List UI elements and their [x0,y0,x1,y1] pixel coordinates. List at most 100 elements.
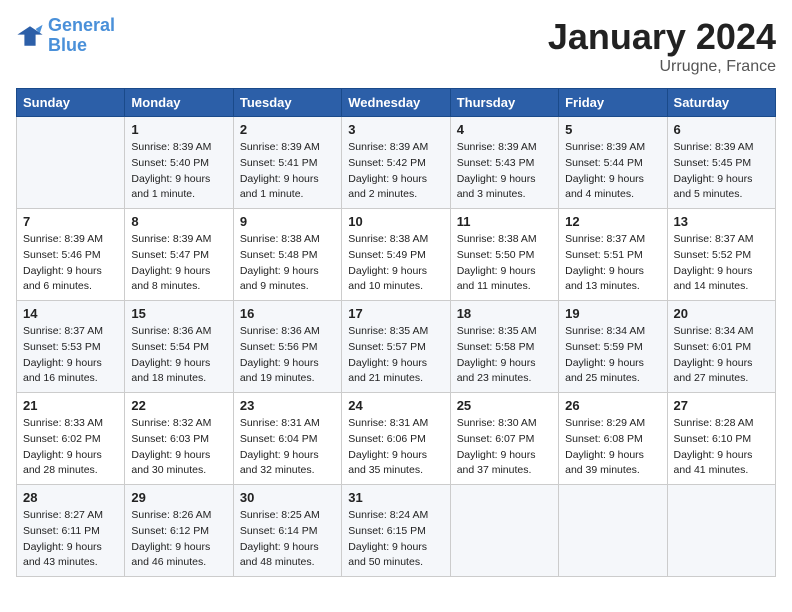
day-info: Sunrise: 8:26 AM Sunset: 6:12 PM Dayligh… [131,508,226,571]
day-info: Sunrise: 8:38 AM Sunset: 5:50 PM Dayligh… [457,232,552,295]
calendar-cell: 18Sunrise: 8:35 AM Sunset: 5:58 PM Dayli… [450,301,558,393]
weekday-header-cell: Monday [125,89,233,117]
weekday-header-cell: Friday [559,89,667,117]
calendar-cell [17,117,125,209]
day-info: Sunrise: 8:38 AM Sunset: 5:48 PM Dayligh… [240,232,335,295]
day-number: 13 [674,214,769,229]
calendar-week-row: 1Sunrise: 8:39 AM Sunset: 5:40 PM Daylig… [17,117,776,209]
location-title: Urrugne, France [548,58,776,76]
day-number: 11 [457,214,552,229]
calendar-cell: 24 Sunrise: 8:31 AM Sunset: 6:06 PM Dayli… [342,393,450,485]
calendar-cell: 21 Sunrise: 8:33 AM Sunset: 6:02 PM Dayli… [17,393,125,485]
day-number: 27 [674,398,769,413]
calendar-cell: 15 Sunrise: 8:36 AM Sunset: 5:54 PM Dayli… [125,301,233,393]
calendar-cell: 23Sunrise: 8:31 AM Sunset: 6:04 PM Dayli… [233,393,341,485]
day-info: Sunrise: 8:36 AM Sunset: 5:54 PM Dayligh… [131,324,226,387]
day-info: Sunrise: 8:39 AM Sunset: 5:45 PM Dayligh… [674,140,769,203]
logo: General Blue [16,16,115,56]
day-number: 10 [348,214,443,229]
day-info: Sunrise: 8:39 AM Sunset: 5:42 PM Dayligh… [348,140,443,203]
day-info: Sunrise: 8:39 AM Sunset: 5:44 PM Dayligh… [565,140,660,203]
calendar-cell: 2 Sunrise: 8:39 AM Sunset: 5:41 PM Daylig… [233,117,341,209]
calendar-cell: 26 Sunrise: 8:29 AM Sunset: 6:08 PM Dayli… [559,393,667,485]
calendar-cell: 25 Sunrise: 8:30 AM Sunset: 6:07 PM Dayli… [450,393,558,485]
calendar-cell: 4Sunrise: 8:39 AM Sunset: 5:43 PM Daylig… [450,117,558,209]
day-number: 17 [348,306,443,321]
weekday-header-cell: Sunday [17,89,125,117]
day-number: 28 [23,490,118,505]
weekday-header-row: SundayMondayTuesdayWednesdayThursdayFrid… [17,89,776,117]
day-info: Sunrise: 8:39 AM Sunset: 5:41 PM Dayligh… [240,140,335,203]
calendar-cell: 13 Sunrise: 8:37 AM Sunset: 5:52 PM Dayli… [667,209,775,301]
calendar-cell: 11 Sunrise: 8:38 AM Sunset: 5:50 PM Dayli… [450,209,558,301]
day-number: 15 [131,306,226,321]
day-number: 1 [131,122,226,137]
calendar-cell: 12Sunrise: 8:37 AM Sunset: 5:51 PM Dayli… [559,209,667,301]
calendar-cell [667,485,775,577]
logo-text: General Blue [48,16,115,56]
calendar-cell: 20 Sunrise: 8:34 AM Sunset: 6:01 PM Dayli… [667,301,775,393]
day-number: 14 [23,306,118,321]
day-number: 12 [565,214,660,229]
day-number: 20 [674,306,769,321]
day-info: Sunrise: 8:37 AM Sunset: 5:53 PM Dayligh… [23,324,118,387]
day-number: 7 [23,214,118,229]
day-info: Sunrise: 8:36 AM Sunset: 5:56 PM Dayligh… [240,324,335,387]
day-info: Sunrise: 8:35 AM Sunset: 5:58 PM Dayligh… [457,324,552,387]
calendar-cell: 8 Sunrise: 8:39 AM Sunset: 5:47 PM Daylig… [125,209,233,301]
day-info: Sunrise: 8:39 AM Sunset: 5:47 PM Dayligh… [131,232,226,295]
calendar-week-row: 28 Sunrise: 8:27 AM Sunset: 6:11 PM Dayli… [17,485,776,577]
day-number: 4 [457,122,552,137]
calendar-week-row: 14 Sunrise: 8:37 AM Sunset: 5:53 PM Dayli… [17,301,776,393]
day-info: Sunrise: 8:34 AM Sunset: 6:01 PM Dayligh… [674,324,769,387]
day-number: 6 [674,122,769,137]
calendar-cell: 29Sunrise: 8:26 AM Sunset: 6:12 PM Dayli… [125,485,233,577]
day-number: 2 [240,122,335,137]
calendar-body: 1Sunrise: 8:39 AM Sunset: 5:40 PM Daylig… [17,117,776,577]
day-number: 3 [348,122,443,137]
weekday-header-cell: Saturday [667,89,775,117]
day-number: 8 [131,214,226,229]
logo-icon [16,22,44,50]
day-number: 25 [457,398,552,413]
day-number: 30 [240,490,335,505]
day-info: Sunrise: 8:24 AM Sunset: 6:15 PM Dayligh… [348,508,443,571]
calendar-cell: 5 Sunrise: 8:39 AM Sunset: 5:44 PM Daylig… [559,117,667,209]
calendar-cell: 27Sunrise: 8:28 AM Sunset: 6:10 PM Dayli… [667,393,775,485]
calendar-cell [450,485,558,577]
day-number: 24 [348,398,443,413]
calendar-cell: 6 Sunrise: 8:39 AM Sunset: 5:45 PM Daylig… [667,117,775,209]
calendar-cell: 1Sunrise: 8:39 AM Sunset: 5:40 PM Daylig… [125,117,233,209]
day-info: Sunrise: 8:25 AM Sunset: 6:14 PM Dayligh… [240,508,335,571]
day-info: Sunrise: 8:29 AM Sunset: 6:08 PM Dayligh… [565,416,660,479]
day-info: Sunrise: 8:33 AM Sunset: 6:02 PM Dayligh… [23,416,118,479]
month-title: January 2024 [548,16,776,58]
day-info: Sunrise: 8:30 AM Sunset: 6:07 PM Dayligh… [457,416,552,479]
day-number: 22 [131,398,226,413]
day-info: Sunrise: 8:31 AM Sunset: 6:06 PM Dayligh… [348,416,443,479]
day-number: 26 [565,398,660,413]
day-number: 21 [23,398,118,413]
calendar-cell: 7 Sunrise: 8:39 AM Sunset: 5:46 PM Daylig… [17,209,125,301]
day-info: Sunrise: 8:37 AM Sunset: 5:52 PM Dayligh… [674,232,769,295]
day-info: Sunrise: 8:39 AM Sunset: 5:46 PM Dayligh… [23,232,118,295]
calendar-cell: 30 Sunrise: 8:25 AM Sunset: 6:14 PM Dayli… [233,485,341,577]
calendar-cell: 10Sunrise: 8:38 AM Sunset: 5:49 PM Dayli… [342,209,450,301]
weekday-header-cell: Wednesday [342,89,450,117]
day-number: 16 [240,306,335,321]
calendar-cell: 31 Sunrise: 8:24 AM Sunset: 6:15 PM Dayli… [342,485,450,577]
day-info: Sunrise: 8:35 AM Sunset: 5:57 PM Dayligh… [348,324,443,387]
weekday-header-cell: Thursday [450,89,558,117]
calendar-cell: 9Sunrise: 8:38 AM Sunset: 5:48 PM Daylig… [233,209,341,301]
day-number: 19 [565,306,660,321]
day-number: 5 [565,122,660,137]
header: General Blue January 2024 Urrugne, Franc… [16,16,776,76]
calendar-week-row: 7 Sunrise: 8:39 AM Sunset: 5:46 PM Daylig… [17,209,776,301]
day-info: Sunrise: 8:32 AM Sunset: 6:03 PM Dayligh… [131,416,226,479]
day-info: Sunrise: 8:27 AM Sunset: 6:11 PM Dayligh… [23,508,118,571]
calendar-cell: 16 Sunrise: 8:36 AM Sunset: 5:56 PM Dayli… [233,301,341,393]
day-number: 31 [348,490,443,505]
calendar-cell: 28 Sunrise: 8:27 AM Sunset: 6:11 PM Dayli… [17,485,125,577]
day-info: Sunrise: 8:31 AM Sunset: 6:04 PM Dayligh… [240,416,335,479]
weekday-header-cell: Tuesday [233,89,341,117]
